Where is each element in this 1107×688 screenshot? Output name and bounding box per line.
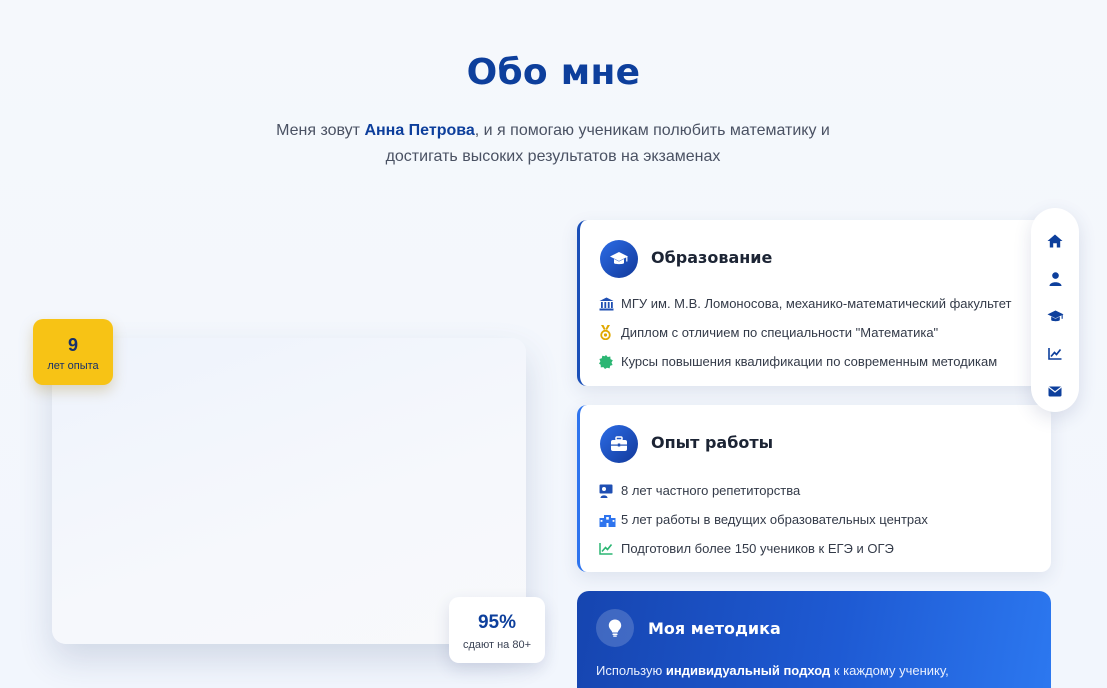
- graduation-cap-icon: [600, 240, 638, 278]
- certificate-icon: [599, 354, 621, 369]
- experience-years: 9: [67, 335, 78, 355]
- methodology-text: Использую индивидуальный подход к каждом…: [596, 663, 949, 678]
- work-list: 8 лет частного репетиторства 5 лет работ…: [599, 476, 928, 563]
- home-icon: [1047, 234, 1063, 253]
- list-item: 8 лет частного репетиторства: [599, 476, 928, 505]
- university-icon: [599, 297, 621, 311]
- methodology-title: Моя методика: [648, 619, 781, 638]
- education-card: Образование МГУ им. М.В. Ломоносова, мех…: [577, 220, 1051, 386]
- section-title: Обо мне: [466, 52, 641, 93]
- nav-results-button[interactable]: [1038, 337, 1072, 374]
- lightbulb-icon: [596, 609, 634, 647]
- nav-about-button[interactable]: [1038, 262, 1072, 299]
- experience-label: лет опыта: [47, 360, 99, 372]
- list-item: Диплом с отличием по специальности "Мате…: [599, 318, 1011, 347]
- chart-line-icon: [599, 542, 621, 555]
- methodology-card: Моя методика Использую индивидуальный по…: [577, 591, 1051, 688]
- nav-contact-button[interactable]: [1038, 375, 1072, 412]
- list-item: 5 лет работы в ведущих образовательных ц…: [599, 505, 928, 534]
- result-label: сдают на 80+: [462, 639, 532, 651]
- experience-badge: 9 лет опыта: [33, 319, 113, 385]
- briefcase-icon: [600, 425, 638, 463]
- user-icon: [1049, 271, 1062, 291]
- work-experience-card: Опыт работы 8 лет частного репетиторства…: [577, 405, 1051, 572]
- nav-education-button[interactable]: [1038, 300, 1072, 337]
- side-navigation: [1031, 208, 1079, 412]
- medal-icon: [599, 325, 621, 340]
- tutor-name: Анна Петрова: [364, 122, 475, 139]
- result-badge: 95% сдают на 80+: [449, 597, 545, 663]
- education-title: Образование: [651, 248, 773, 267]
- envelope-icon: [1048, 384, 1062, 402]
- graduation-cap-icon: [1047, 310, 1064, 328]
- list-item: МГУ им. М.В. Ломоносова, механико-матема…: [599, 289, 1011, 318]
- school-building-icon: [599, 513, 621, 527]
- list-item: Курсы повышения квалификации по современ…: [599, 347, 1011, 376]
- chart-line-icon: [1048, 347, 1062, 365]
- result-percent: 95%: [477, 612, 517, 633]
- work-title: Опыт работы: [651, 433, 774, 452]
- education-list: МГУ им. М.В. Ломоносова, механико-матема…: [599, 289, 1011, 376]
- teacher-icon: [599, 484, 621, 498]
- nav-home-button[interactable]: [1038, 225, 1072, 262]
- section-intro: Меня зовут Анна Петрова, и я помогаю уче…: [276, 122, 830, 165]
- list-item: Подготовил более 150 учеников к ЕГЭ и ОГ…: [599, 534, 928, 563]
